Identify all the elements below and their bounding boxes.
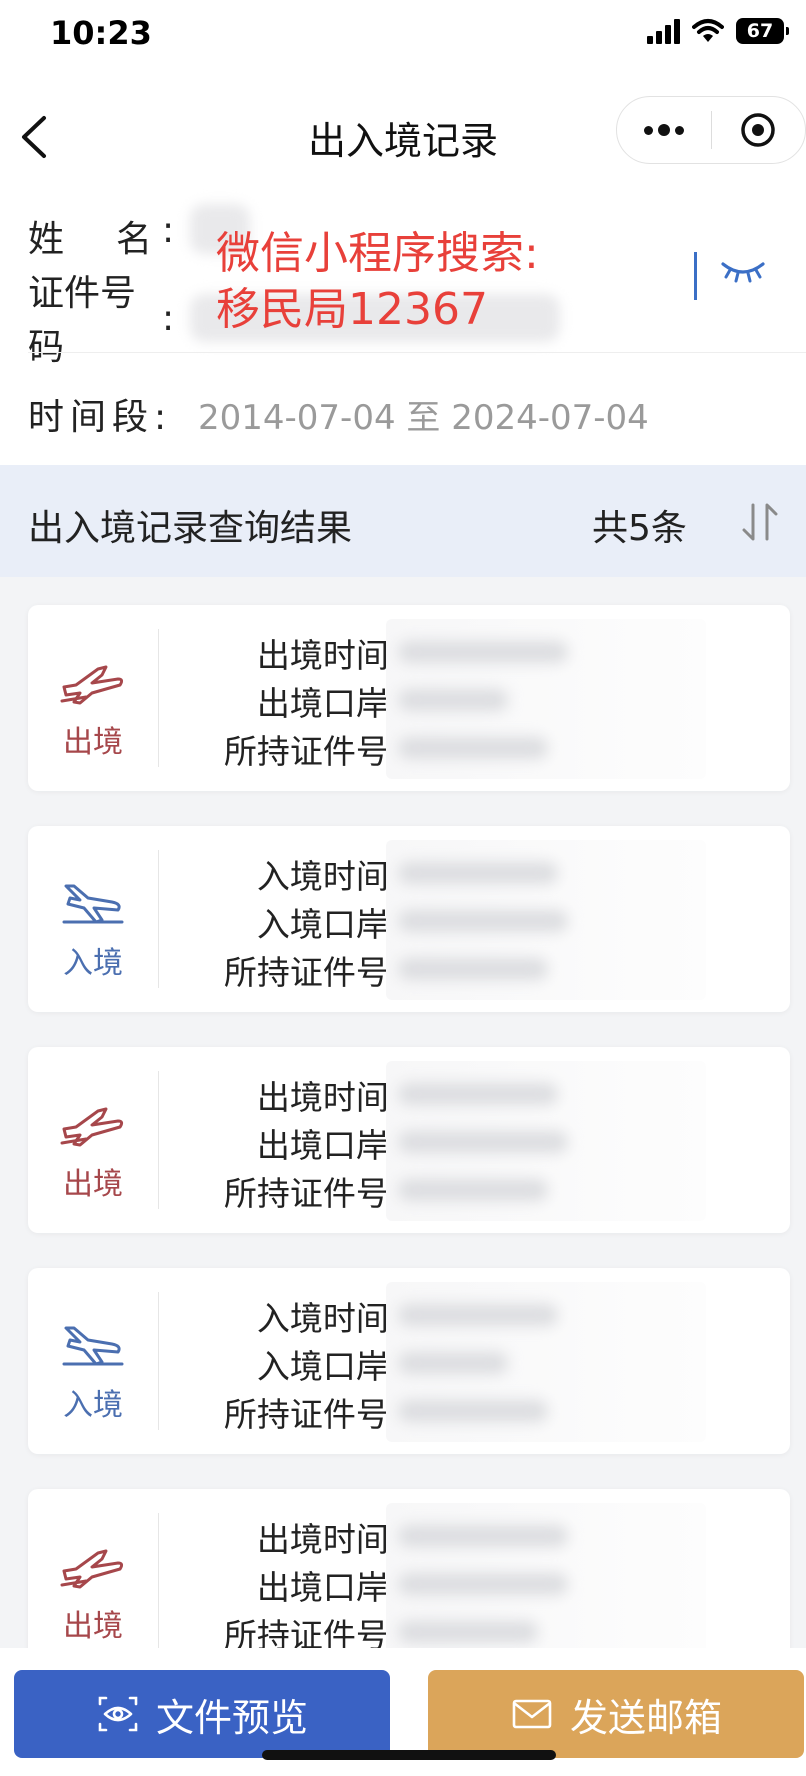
record-type-block: 出境 bbox=[28, 605, 158, 791]
record-values-blurred bbox=[386, 840, 706, 1000]
record-type-block: 入境 bbox=[28, 1268, 158, 1454]
record-card[interactable]: 入境 入境时间: 入境口岸: 所持证件号: bbox=[28, 1268, 790, 1454]
exit-time-label: 出境时间: bbox=[256, 636, 400, 675]
status-icons: 67 bbox=[647, 18, 789, 44]
id-number-label: 证件号 bbox=[28, 273, 137, 314]
file-preview-button[interactable]: 文件预览 bbox=[14, 1670, 390, 1758]
eye-divider bbox=[694, 252, 697, 300]
id-number-label-cont: 码 bbox=[28, 327, 65, 368]
record-values-blurred bbox=[386, 1282, 706, 1442]
record-type-label: 出境 bbox=[63, 725, 123, 760]
sort-icon[interactable] bbox=[740, 501, 780, 543]
record-type-label: 出境 bbox=[63, 1167, 123, 1202]
wifi-icon bbox=[692, 19, 724, 42]
record-values-blurred bbox=[386, 619, 706, 779]
card-separator bbox=[158, 1513, 159, 1651]
eye-preview-icon bbox=[98, 1696, 138, 1732]
document-number-label: 所持证件号: bbox=[223, 953, 400, 992]
card-separator bbox=[158, 1292, 159, 1430]
record-type-label: 出境 bbox=[63, 1609, 123, 1644]
exit-time-label: 出境时间: bbox=[256, 1078, 400, 1117]
document-number-label: 所持证件号: bbox=[223, 732, 400, 771]
close-target-icon[interactable] bbox=[712, 97, 806, 163]
nav-bar: 出入境记录 bbox=[0, 80, 806, 190]
plane-takeoff-icon bbox=[60, 1107, 124, 1147]
record-values-blurred bbox=[386, 1061, 706, 1221]
record-card[interactable]: 入境 入境时间: 入境口岸: 所持证件号: bbox=[28, 826, 790, 1012]
document-number-label: 所持证件号: bbox=[223, 1174, 400, 1213]
exit-time-label: 出境时间: bbox=[256, 1520, 400, 1559]
card-separator bbox=[158, 1071, 159, 1209]
send-email-button[interactable]: 发送邮箱 bbox=[428, 1670, 804, 1758]
result-title: 出入境记录查询结果 bbox=[28, 508, 353, 549]
card-separator bbox=[158, 850, 159, 988]
document-number-label: 所持证件号: bbox=[223, 1395, 400, 1434]
record-type-block: 入境 bbox=[28, 826, 158, 1012]
plane-landing-icon bbox=[62, 884, 124, 924]
battery-icon: 67 bbox=[736, 18, 789, 44]
entry-time-label: 入境时间: bbox=[256, 857, 400, 896]
card-separator bbox=[158, 629, 159, 767]
entry-port-label: 入境口岸: bbox=[256, 905, 400, 944]
envelope-icon bbox=[512, 1699, 552, 1729]
name-colon: : bbox=[162, 210, 175, 251]
personal-info-section: 姓名 : 证件号 码 : 微信小程序搜索: 移民局12367 时间段: 2014… bbox=[0, 190, 806, 465]
signal-icon bbox=[647, 18, 680, 44]
exit-port-label: 出境口岸: bbox=[256, 1568, 400, 1607]
mini-program-capsule bbox=[616, 96, 806, 164]
more-options-icon[interactable] bbox=[617, 97, 711, 163]
send-email-label: 发送邮箱 bbox=[569, 1695, 722, 1740]
exit-port-label: 出境口岸: bbox=[256, 1126, 400, 1165]
info-separator bbox=[28, 352, 806, 353]
name-label: 姓名 bbox=[28, 219, 205, 260]
page: 10:23 67 出入境记录 姓名: 证件号 码: 微信小程序搜索: 移民局… bbox=[0, 0, 806, 1776]
plane-takeoff-icon bbox=[60, 1549, 124, 1589]
record-card[interactable]: 出境 出境时间: 出境口岸: 所持证件号: bbox=[28, 1047, 790, 1233]
id-colon: : bbox=[162, 298, 175, 339]
plane-landing-icon bbox=[62, 1326, 124, 1366]
status-time: 10:23 bbox=[50, 14, 152, 52]
period-value: 2014-07-04 至 2024-07-04 bbox=[198, 398, 649, 438]
result-count: 共5条 bbox=[592, 508, 687, 549]
watermark-line-2: 移民局12367 bbox=[216, 284, 488, 335]
result-header: 出入境记录查询结果 共5条 bbox=[0, 465, 806, 577]
watermark-text: 微信小程序搜索: 移民局12367 bbox=[216, 226, 539, 338]
entry-port-label: 入境口岸: bbox=[256, 1347, 400, 1386]
file-preview-label: 文件预览 bbox=[155, 1695, 308, 1740]
entry-time-label: 入境时间: bbox=[256, 1299, 400, 1338]
plane-takeoff-icon bbox=[60, 665, 124, 705]
eye-closed-icon[interactable] bbox=[720, 256, 766, 286]
home-indicator bbox=[262, 1750, 556, 1760]
record-type-block: 出境 bbox=[28, 1047, 158, 1233]
record-values-blurred bbox=[386, 1503, 706, 1663]
watermark-line-1: 微信小程序搜索: bbox=[216, 228, 539, 279]
exit-port-label: 出境口岸: bbox=[256, 684, 400, 723]
period-label: 时间段: bbox=[28, 397, 173, 438]
record-type-label: 入境 bbox=[63, 1388, 123, 1423]
status-bar: 10:23 67 bbox=[0, 0, 806, 80]
record-card[interactable]: 出境 出境时间: 出境口岸: 所持证件号: bbox=[28, 605, 790, 791]
record-type-label: 入境 bbox=[63, 946, 123, 981]
